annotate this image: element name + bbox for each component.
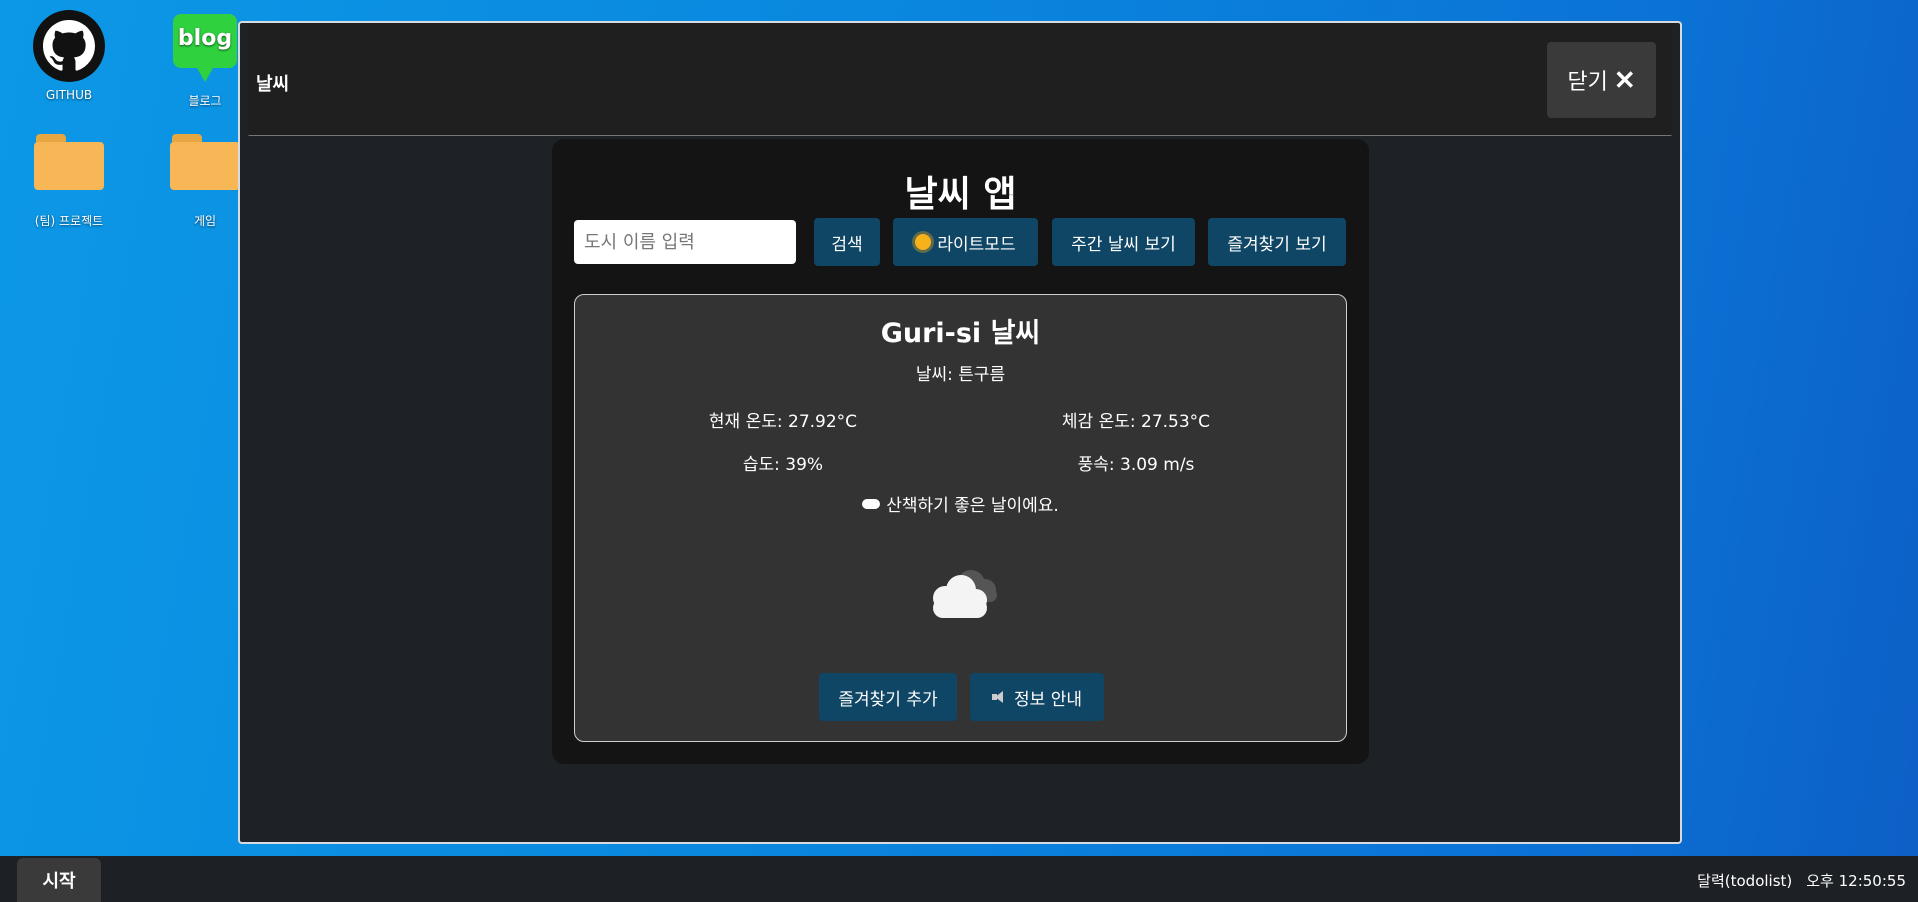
theme-toggle-label: 라이트모드 <box>937 234 1016 255</box>
view-favorites-button[interactable]: 즐겨찾기 보기 <box>1208 218 1346 266</box>
add-favorite-label: 즐겨찾기 추가 <box>838 689 938 710</box>
window-titlebar[interactable]: 날씨 닫기 ✕ <box>248 23 1672 136</box>
blog-icon: blog <box>168 14 242 88</box>
weather-app-panel: 날씨 앱 검색 라이트모드 주간 날씨 보기 즐겨찾기 보기 Guri-si 날… <box>552 139 1369 764</box>
wind-speed: 풍속: 3.09 m/s <box>1077 455 1195 475</box>
desktop-icon-github[interactable]: GITHUB <box>14 10 124 102</box>
desktop-icon-label: (팀) 프로젝트 <box>34 214 104 228</box>
folder-icon <box>32 134 106 208</box>
weather-message-text: 산책하기 좋은 날이에요. <box>886 496 1059 516</box>
humidity: 습도: 39% <box>742 455 824 475</box>
city-title: Guri-si 날씨 <box>880 318 1041 349</box>
speaker-icon <box>992 691 1006 703</box>
weather-card: Guri-si 날씨 날씨: 튼구름 현재 온도: 27.92°C 체감 온도:… <box>574 294 1347 742</box>
info-button[interactable]: 정보 안내 <box>970 673 1104 721</box>
theme-toggle-button[interactable]: 라이트모드 <box>893 218 1038 266</box>
weather-description: 날씨: 튼구름 <box>915 365 1006 385</box>
info-button-label: 정보 안내 <box>1014 689 1082 710</box>
view-favorites-label: 즐겨찾기 보기 <box>1227 234 1327 255</box>
clock: 오후 12:50:55 <box>1806 872 1906 890</box>
weekly-weather-button[interactable]: 주간 날씨 보기 <box>1052 218 1195 266</box>
feels-like-temperature: 체감 온도: 27.53°C <box>1061 412 1211 432</box>
start-button-label: 시작 <box>42 871 76 891</box>
close-button-label: 닫기 <box>1567 69 1608 94</box>
taskbar: 시작 달력(todolist) 오후 12:50:55 <box>0 856 1918 902</box>
weekly-weather-label: 주간 날씨 보기 <box>1071 234 1176 255</box>
taskbar-app-name[interactable]: 달력(todolist) <box>1697 870 1792 891</box>
city-search-input[interactable] <box>574 220 796 264</box>
desktop-icon-label: GITHUB <box>45 88 93 102</box>
github-icon <box>32 10 106 84</box>
start-button[interactable]: 시작 <box>17 858 101 902</box>
system-tray: 달력(todolist) 오후 12:50:55 <box>1697 870 1906 891</box>
app-title: 날씨 앱 <box>904 174 1017 215</box>
add-favorite-button[interactable]: 즐겨찾기 추가 <box>819 673 957 721</box>
close-button[interactable]: 닫기 ✕ <box>1547 42 1656 118</box>
cloud-icon <box>862 498 881 509</box>
current-temperature: 현재 온도: 27.92°C <box>708 412 858 432</box>
window-title: 날씨 <box>256 74 290 95</box>
desktop-icon-team-project[interactable]: (팀) 프로젝트 <box>14 124 124 229</box>
sun-icon <box>915 234 932 250</box>
folder-icon <box>168 134 242 208</box>
close-icon: ✕ <box>1613 64 1636 95</box>
broken-clouds-icon <box>921 560 1005 624</box>
weather-message: 산책하기 좋은 날이에요. <box>575 491 1346 516</box>
search-button[interactable]: 검색 <box>814 218 880 266</box>
weather-window: 날씨 닫기 ✕ 날씨 앱 검색 라이트모드 주간 날씨 보기 즐겨찾기 보기 G <box>238 21 1682 844</box>
search-button-label: 검색 <box>831 234 863 255</box>
